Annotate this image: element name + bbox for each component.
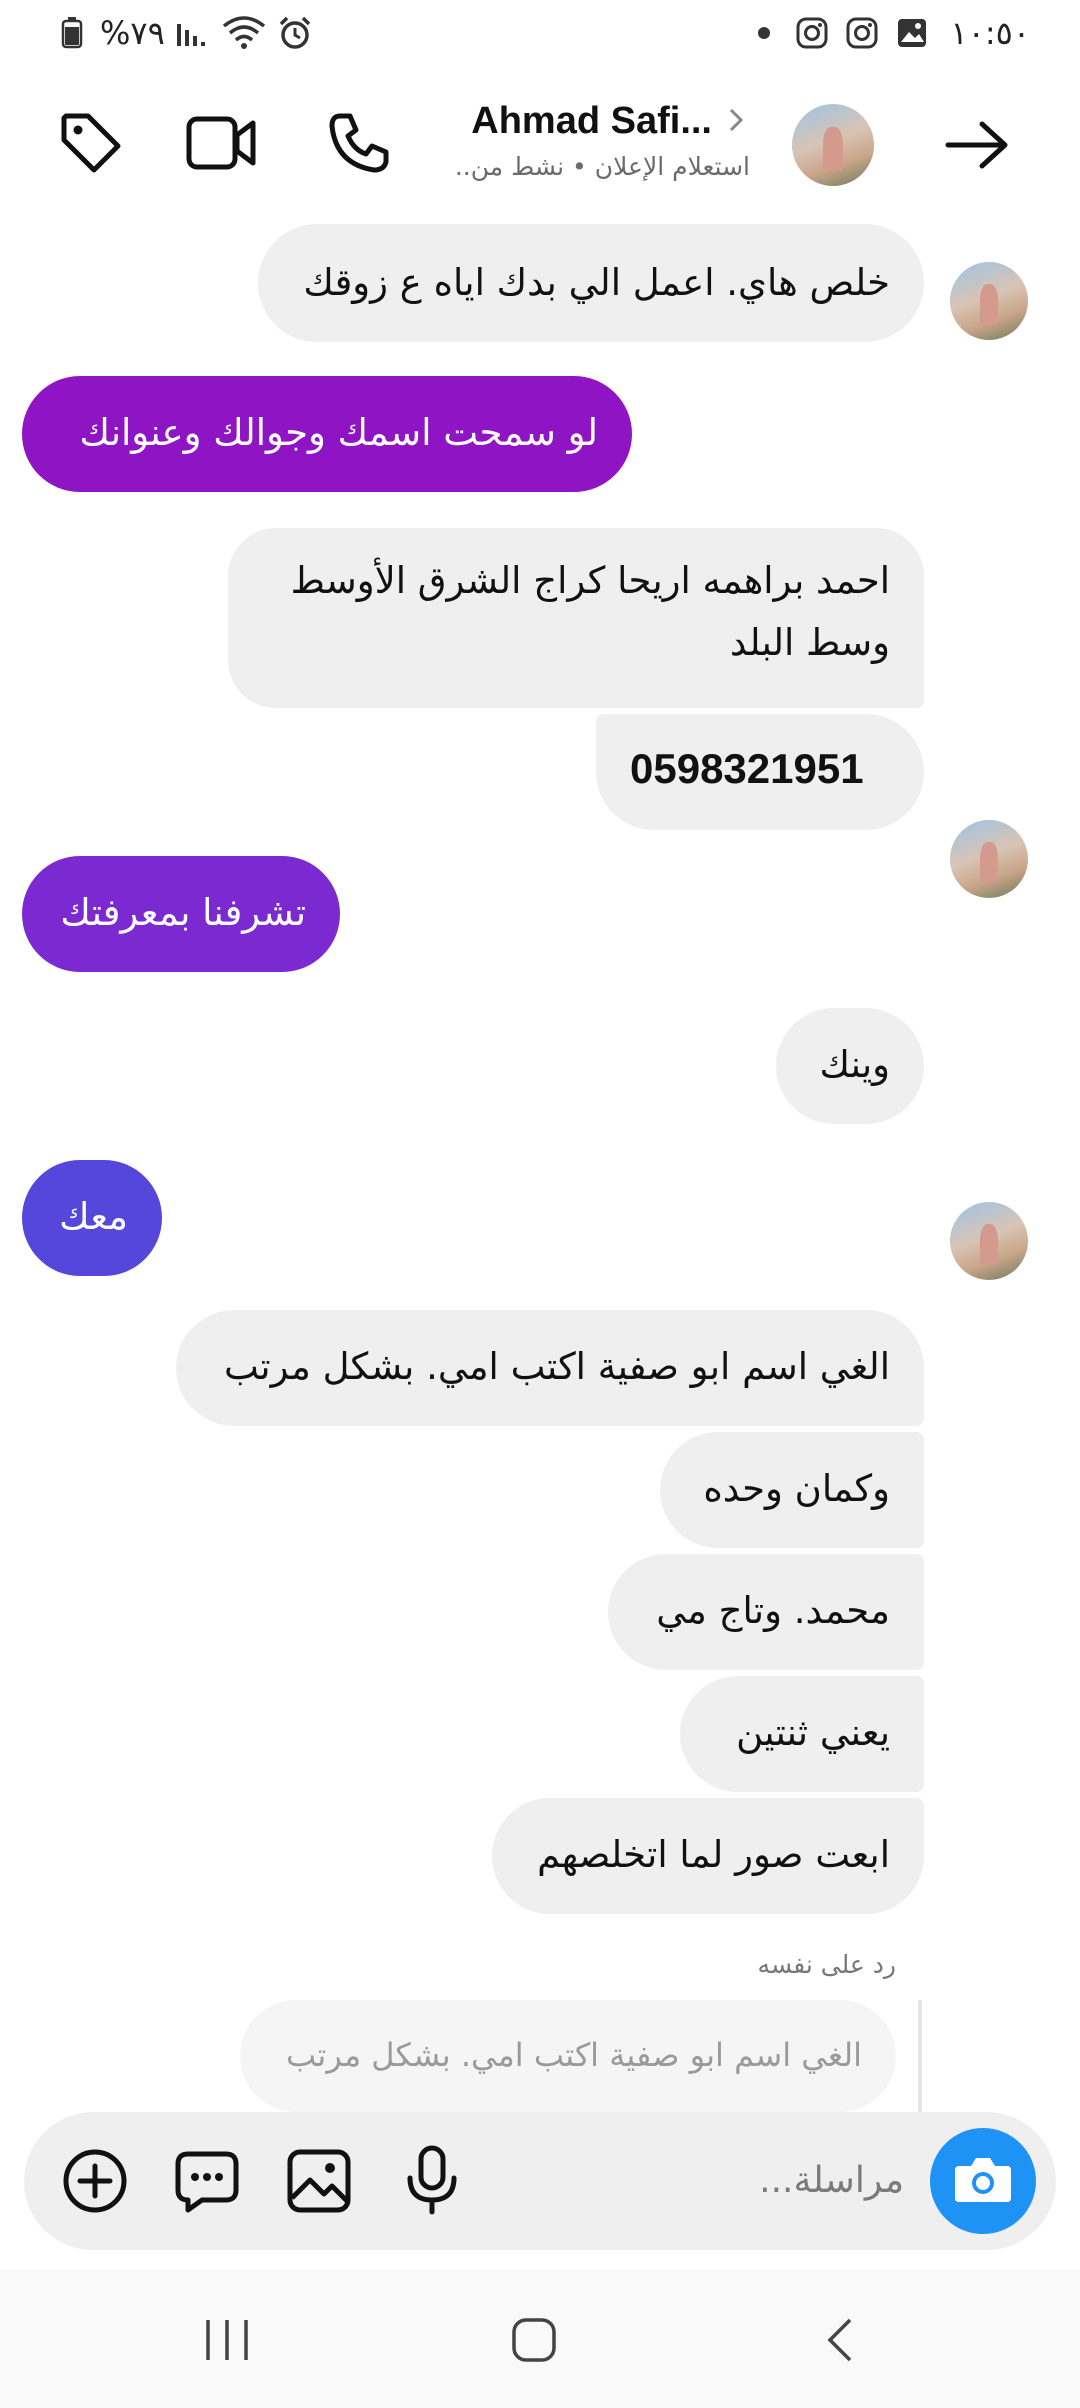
message-text: الغي اسم ابو صفية اكتب امي. بشكل مرتب — [223, 1345, 890, 1388]
contact-subtitle: استعلام الإعلان • نشط من.. — [454, 152, 750, 181]
system-nav-bar — [0, 2270, 1080, 2408]
message-bubble-received[interactable]: 0598321951 — [596, 714, 924, 830]
battery-icon — [54, 15, 90, 51]
quoted-message[interactable]: الغي اسم ابو صفية اكتب امي. بشكل مرتب — [240, 2000, 896, 2112]
add-icon[interactable] — [62, 2148, 128, 2214]
contact-avatar[interactable] — [792, 104, 874, 186]
message-text: 0598321951 — [630, 745, 864, 792]
message-text: خلص هاي. اعمل الي بدك اياه ع زوقك — [303, 261, 890, 304]
message-text: تشرفنا بمعرفتك — [60, 891, 306, 934]
instagram-icon — [844, 15, 880, 51]
battery-percent: %٧٩ — [100, 14, 165, 52]
signal-icon — [175, 15, 211, 51]
message-input[interactable]: مراسلة... — [504, 2150, 904, 2212]
back-icon[interactable] — [820, 2316, 860, 2364]
message-text: وينك — [819, 1043, 890, 1086]
message-bubble-received[interactable]: احمد براهمه اريحا كراج الشرق الأوسط وسط … — [228, 528, 924, 708]
status-time: ١٠:٥٠ — [950, 14, 1030, 52]
contact-name: Ahmad Safi... — [471, 100, 712, 142]
video-call-icon[interactable] — [176, 98, 266, 188]
gallery-notification-icon — [894, 15, 930, 51]
message-text: احمد براهمه اريحا كراج الشرق الأوسط وسط … — [290, 559, 890, 664]
sender-avatar[interactable] — [950, 262, 1028, 340]
message-composer: مراسلة... — [24, 2112, 1056, 2250]
home-icon[interactable] — [510, 2316, 558, 2364]
gallery-icon[interactable] — [286, 2148, 352, 2214]
tag-icon[interactable] — [46, 98, 136, 188]
sticker-icon[interactable] — [174, 2148, 240, 2214]
chevron-right-icon — [726, 106, 746, 138]
reply-divider — [918, 2000, 922, 2118]
camera-button[interactable] — [930, 2128, 1036, 2234]
message-bubble-received[interactable]: وكمان وحده — [660, 1432, 924, 1548]
message-bubble-received[interactable]: يعني ثنتين — [680, 1676, 924, 1792]
message-bubble-received[interactable]: خلص هاي. اعمل الي بدك اياه ع زوقك — [258, 224, 924, 342]
message-bubble-received[interactable]: الغي اسم ابو صفية اكتب امي. بشكل مرتب — [176, 1310, 924, 1426]
alarm-icon — [277, 15, 313, 51]
message-bubble-received[interactable]: وينك — [776, 1008, 924, 1124]
message-list: خلص هاي. اعمل الي بدك اياه ع زوقك لو سمح… — [0, 210, 1080, 2118]
status-bar: %٧٩ ١٠:٥٠ — [0, 0, 1080, 72]
recents-icon[interactable] — [202, 2318, 252, 2362]
message-text: محمد. وتاج مي — [656, 1589, 890, 1632]
back-arrow-icon[interactable] — [932, 100, 1022, 190]
message-bubble-sent[interactable]: لو سمحت اسمك وجوالك وعنوانك — [22, 376, 632, 492]
quoted-text: الغي اسم ابو صفية اكتب امي. بشكل مرتب — [285, 2036, 862, 2074]
wifi-icon — [221, 15, 267, 51]
contact-info[interactable]: Ahmad Safi... استعلام الإعلان • نشط من.. — [420, 100, 760, 190]
status-left: %٧٩ — [54, 14, 313, 52]
reply-label: رد على نفسه — [757, 1950, 896, 1979]
message-bubble-sent[interactable]: معك — [22, 1160, 162, 1276]
status-right: ١٠:٥٠ — [758, 14, 1030, 52]
message-bubble-received[interactable]: ابعت صور لما اتخلصهم — [492, 1798, 924, 1914]
message-text: ابعت صور لما اتخلصهم — [537, 1833, 890, 1876]
phone-icon[interactable] — [314, 98, 404, 188]
sender-avatar[interactable] — [950, 820, 1028, 898]
message-bubble-sent[interactable]: تشرفنا بمعرفتك — [22, 856, 340, 972]
message-text: لو سمحت اسمك وجوالك وعنوانك — [79, 411, 598, 454]
message-text: معك — [59, 1195, 128, 1238]
message-text: وكمان وحده — [703, 1467, 890, 1510]
message-text: يعني ثنتين — [736, 1711, 890, 1754]
instagram-icon — [794, 15, 830, 51]
camera-icon — [953, 2154, 1013, 2208]
notification-dot-icon — [758, 27, 771, 39]
message-bubble-received[interactable]: محمد. وتاج مي — [608, 1554, 924, 1670]
microphone-icon[interactable] — [404, 2144, 460, 2216]
sender-avatar[interactable] — [950, 1202, 1028, 1280]
chat-header: Ahmad Safi... استعلام الإعلان • نشط من.. — [0, 80, 1080, 210]
